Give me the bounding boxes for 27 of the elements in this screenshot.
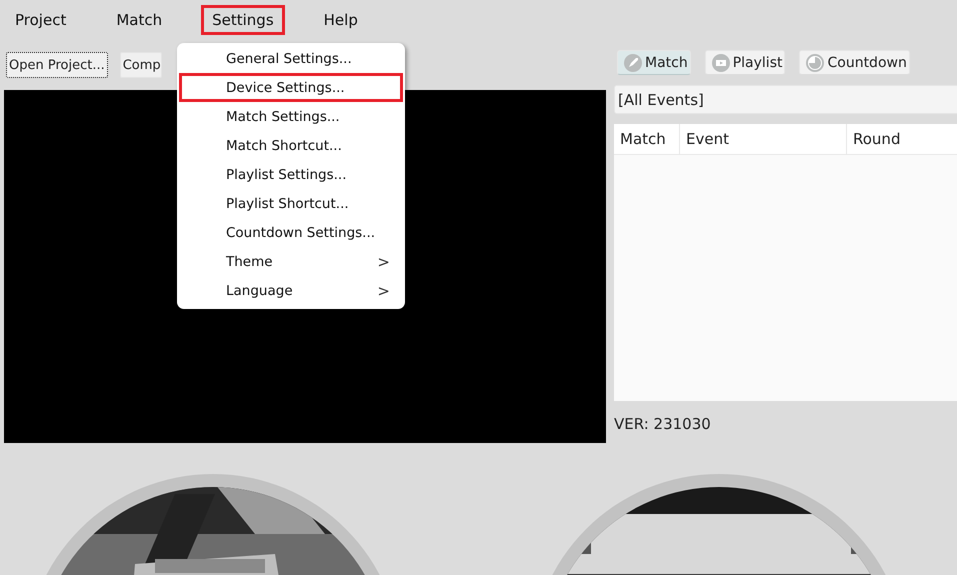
film-icon [712,54,730,72]
submenu-arrow: > [377,282,390,300]
menu-option[interactable]: General Settings... [179,44,403,73]
menu-option[interactable]: Theme > [179,247,403,276]
mode-tab[interactable]: Countdown [799,50,910,75]
menu-option[interactable]: Playlist Shortcut... [179,189,403,218]
menu-option[interactable]: Language > [179,276,403,305]
menu-option[interactable]: Match Settings... [179,102,403,131]
column-header[interactable]: Event [680,124,847,154]
menu-option[interactable]: Device Settings... [179,73,403,102]
menu-option[interactable]: Match Shortcut... [179,131,403,160]
mode-tab[interactable]: Playlist [704,50,786,75]
version-label: VER: 231030 [614,415,712,433]
toolbar-button[interactable]: Comp [120,52,162,78]
menu-item[interactable]: Match [105,5,174,35]
event-filter-dropdown[interactable]: [All Events] [614,85,957,114]
menu-option[interactable]: Playlist Settings... [179,160,403,189]
menu-item[interactable]: Project [4,5,78,35]
menu-item[interactable]: Settings [201,5,285,35]
clock-icon [806,54,824,72]
menu-item[interactable]: Help [312,5,369,35]
submenu-arrow: > [377,252,390,270]
menu-option[interactable]: Countdown Settings... [179,218,403,247]
mode-tab[interactable]: Match [617,50,691,75]
toolbar-button[interactable]: Open Project... [6,52,108,78]
column-header[interactable]: Match [614,124,680,154]
column-header[interactable]: Round [847,124,957,154]
